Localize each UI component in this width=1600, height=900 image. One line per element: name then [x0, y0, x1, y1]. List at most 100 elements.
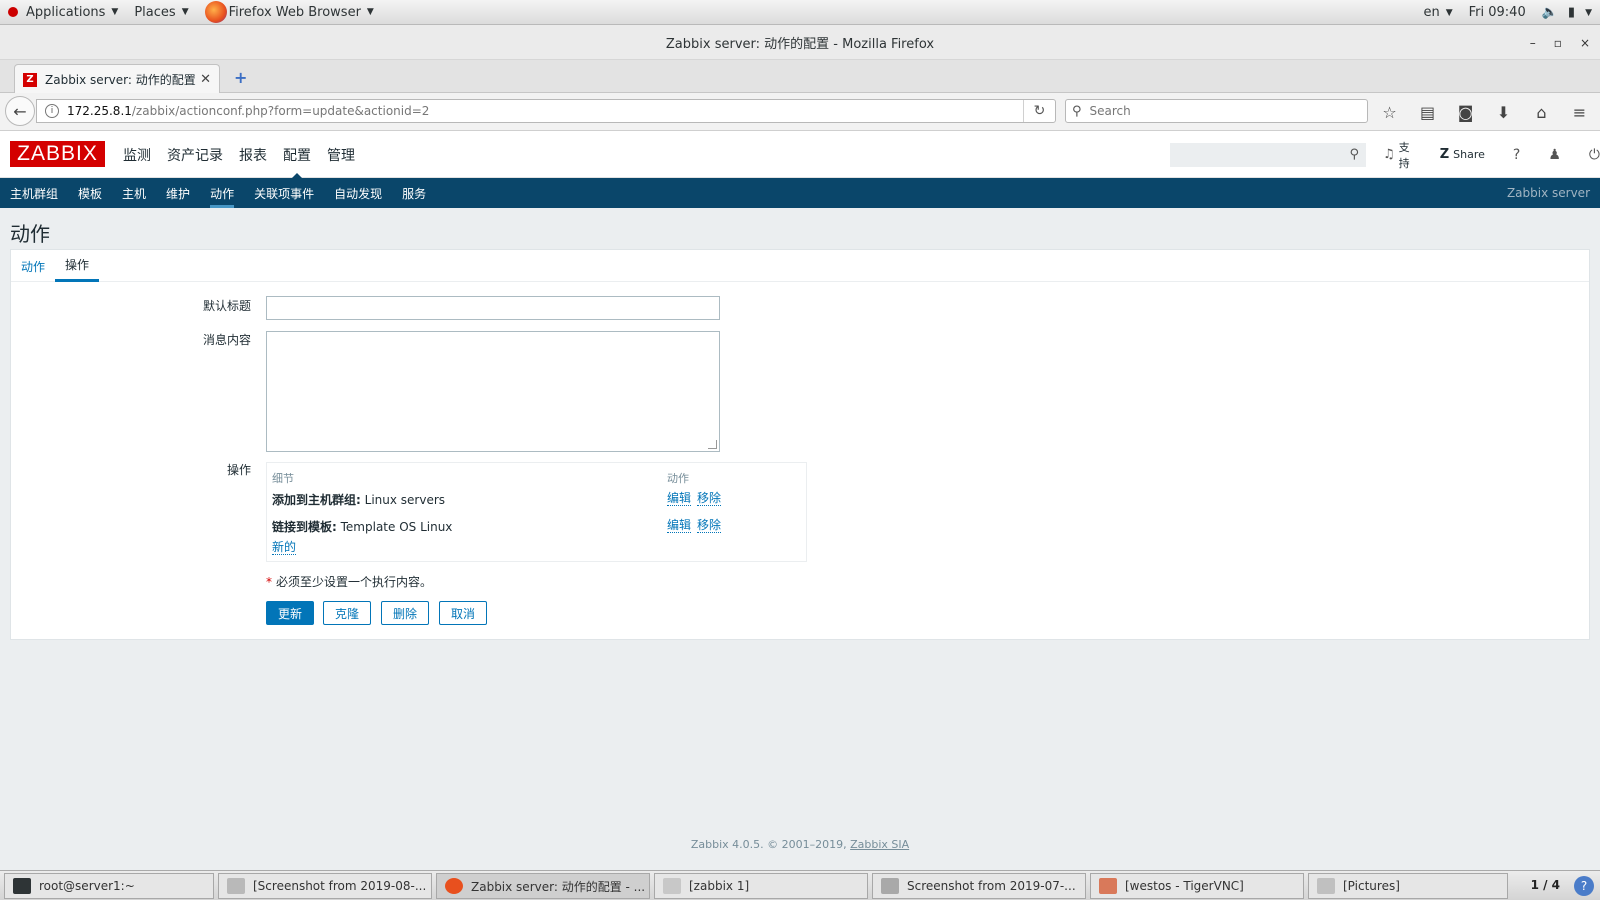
places-label: Places [134, 4, 176, 20]
info-icon[interactable]: i [45, 104, 59, 118]
taskbar-item-label: root@server1:~ [39, 879, 135, 893]
top-menu-inventory[interactable]: 资产记录 [159, 131, 231, 178]
applications-menu[interactable]: Applications ▼ [0, 0, 126, 25]
tab-operations[interactable]: 操作 [55, 250, 100, 282]
delete-button[interactable]: 删除 [381, 601, 429, 625]
taskbar-item-terminal[interactable]: root@server1:~ [4, 873, 214, 899]
new-operation-link[interactable]: 新的 [272, 540, 297, 555]
hamburger-menu-icon[interactable]: ≡ [1570, 103, 1589, 122]
caret-down-icon: ▼ [111, 7, 119, 17]
zabbix-favicon: Z [23, 72, 37, 87]
help-circle-icon[interactable]: ? [1574, 876, 1594, 896]
caret-down-icon: ▼ [181, 7, 189, 17]
firefox-icon [445, 878, 463, 894]
top-menu-configuration[interactable]: 配置 [275, 131, 319, 179]
operation-type: 链接到模板: [272, 520, 337, 534]
taskbar-item-screenshot[interactable]: [Screenshot from 2019-08-... [218, 873, 432, 899]
clock[interactable]: Fri 09:40 [1461, 0, 1534, 25]
taskbar-item-label: [zabbix 1] [689, 879, 750, 893]
pocket-icon[interactable]: ◙ [1456, 103, 1475, 122]
default-subject-input[interactable] [266, 296, 720, 320]
minimize-button[interactable]: – [1530, 36, 1536, 50]
update-button[interactable]: 更新 [266, 601, 314, 625]
places-menu[interactable]: Places ▼ [126, 0, 196, 25]
tab-action[interactable]: 动作 [21, 250, 45, 282]
operation-type: 添加到主机群组: [272, 493, 361, 507]
browser-nav-bar: ← i 172.25.8.1/zabbix/actionconf.php?for… [0, 93, 1600, 131]
help-link[interactable]: ? [1513, 147, 1520, 163]
top-menu: 监测 资产记录 报表 配置 管理 [115, 131, 363, 179]
taskbar-item-screenshot-2[interactable]: Screenshot from 2019-07-... [872, 873, 1086, 899]
window-icon [663, 878, 681, 894]
download-icon[interactable]: ⬇ [1494, 103, 1513, 122]
bookmark-star-icon[interactable]: ☆ [1380, 103, 1399, 122]
browser-app-menu[interactable]: Firefox Web Browser ▼ [197, 0, 382, 25]
operations-label: 操作 [226, 463, 251, 477]
server-name: Zabbix server [1506, 186, 1590, 200]
sub-menu-services[interactable]: 服务 [392, 178, 436, 208]
url-host: 172.25.8.1 [67, 104, 132, 118]
clone-button[interactable]: 克隆 [323, 601, 371, 625]
zabbix-search-input[interactable]: ⚲ [1170, 143, 1366, 167]
default-message-textarea[interactable] [266, 331, 720, 452]
url-path: /zabbix/actionconf.php?form=update&actio… [131, 104, 430, 118]
sub-menu-hosts[interactable]: 主机 [112, 178, 156, 208]
close-tab-icon[interactable]: ✕ [200, 72, 211, 87]
remove-operation-link[interactable]: 移除 [697, 491, 722, 506]
sub-menu-discovery[interactable]: 自动发现 [324, 178, 392, 208]
home-icon[interactable]: ⌂ [1532, 103, 1551, 122]
remove-operation-link[interactable]: 移除 [697, 518, 722, 533]
search-icon[interactable]: ⚲ [1349, 147, 1359, 162]
share-link[interactable]: Z Share [1440, 147, 1485, 162]
taskbar-item-label: [Pictures] [1343, 879, 1400, 893]
browser-search-input[interactable]: ⚲ Search [1065, 99, 1368, 123]
required-note-label: 必须至少设置一个执行内容。 [276, 575, 433, 589]
action-header: 动作 [667, 472, 689, 485]
footer-link[interactable]: Zabbix SIA [850, 838, 909, 851]
maximize-button[interactable]: ▫ [1554, 36, 1562, 50]
browser-tab[interactable]: Z Zabbix server: 动作的配置 ✕ [14, 64, 220, 94]
sub-menu-host-groups[interactable]: 主机群组 [0, 178, 68, 208]
taskbar-item-label: Screenshot from 2019-07-... [907, 879, 1076, 893]
support-link[interactable]: ♫ 支持 [1383, 139, 1412, 171]
back-button[interactable]: ← [5, 96, 35, 126]
search-icon: ⚲ [1072, 103, 1082, 119]
browser-search-placeholder: Search [1089, 104, 1131, 118]
user-profile-link[interactable]: ♟ [1548, 147, 1561, 163]
vnc-icon [1099, 878, 1117, 894]
default-subject-label: 默认标题 [202, 299, 251, 313]
top-menu-reports[interactable]: 报表 [231, 131, 275, 178]
new-tab-icon[interactable]: + [234, 68, 247, 87]
zabbix-logo[interactable]: ZABBIX [10, 141, 105, 167]
sub-menu-actions[interactable]: 动作 [200, 178, 244, 208]
reading-list-icon[interactable]: ▤ [1418, 103, 1437, 122]
sub-menu-templates[interactable]: 模板 [68, 178, 112, 208]
top-menu-monitoring[interactable]: 监测 [115, 131, 159, 178]
cancel-button[interactable]: 取消 [439, 601, 487, 625]
close-window-button[interactable]: × [1580, 36, 1590, 50]
top-menu-administration[interactable]: 管理 [319, 131, 363, 178]
operation-row: 添加到主机群组: Linux servers [272, 491, 445, 508]
taskbar-item-firefox[interactable]: Zabbix server: 动作的配置 - ... [436, 873, 650, 899]
reload-icon[interactable]: ↻ [1023, 100, 1055, 122]
taskbar-item-pictures[interactable]: [Pictures] [1308, 873, 1508, 899]
page-footer: Zabbix 4.0.5. © 2001–2019, Zabbix SIA [0, 838, 1600, 851]
sub-menu: 主机群组 模板 主机 维护 动作 关联项事件 自动发现 服务 Zabbix se… [0, 178, 1600, 208]
caret-down-icon: ▼ [1445, 7, 1453, 18]
sign-out-link[interactable]: ⏻ [1589, 147, 1600, 163]
taskbar-item-zabbix[interactable]: [zabbix 1] [654, 873, 868, 899]
action-form-panel: 动作 操作 默认标题 消息内容 操作 细节 动作 添加到主机群组: Linux … [10, 249, 1590, 640]
workspace-pager[interactable]: 1 / 4 [1531, 878, 1560, 892]
sub-menu-maintenance[interactable]: 维护 [156, 178, 200, 208]
edit-operation-link[interactable]: 编辑 [667, 518, 692, 533]
system-menu[interactable]: 🔈 ▮ ▼ [1534, 0, 1600, 25]
language-menu[interactable]: en ▼ [1415, 0, 1460, 25]
taskbar-item-vnc[interactable]: [westos - TigerVNC] [1090, 873, 1304, 899]
url-bar[interactable]: i 172.25.8.1/zabbix/actionconf.php?form=… [36, 99, 1056, 123]
edit-operation-link[interactable]: 编辑 [667, 491, 692, 506]
sub-menu-event-correlation[interactable]: 关联项事件 [244, 178, 324, 208]
language-label: en [1423, 5, 1440, 20]
taskbar-item-label: [Screenshot from 2019-08-... [253, 879, 427, 893]
headset-icon: ♫ [1383, 147, 1395, 162]
required-asterisk: * [266, 575, 272, 589]
